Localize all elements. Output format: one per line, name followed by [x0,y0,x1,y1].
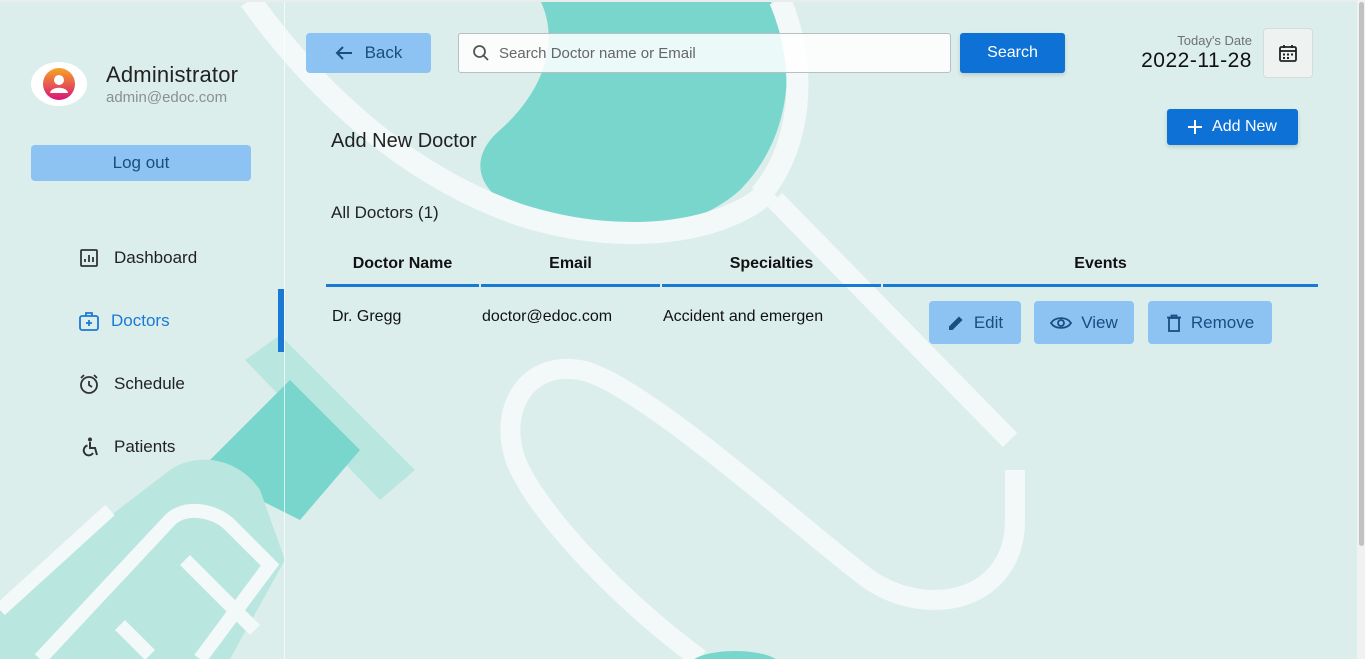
sidebar-item-patients[interactable]: Patients [0,421,283,473]
sidebar-item-schedule[interactable]: Schedule [0,358,283,410]
back-button[interactable]: Back [306,33,431,73]
user-avatar-icon [43,68,75,100]
search-box [458,33,951,73]
scrollbar[interactable] [1357,0,1365,659]
sidebar-item-dashboard[interactable]: Dashboard [0,232,283,284]
column-header-events[interactable]: Events [883,243,1318,287]
window-top-border [0,0,1365,2]
date-value: 2022-11-28 [1141,49,1252,72]
cell-doctor-name: Dr. Gregg [332,308,402,325]
main-content: Back Search Today's Date 2022-11-28 Add … [286,0,1357,659]
search-button[interactable]: Search [960,33,1065,73]
view-button[interactable]: View [1034,301,1134,344]
eye-icon [1050,316,1073,329]
view-label: View [1081,312,1118,332]
profile-email: admin@edoc.com [106,89,228,106]
add-new-button[interactable]: Add New [1167,109,1298,145]
patients-icon [77,435,101,459]
profile-card: Administrator admin@edoc.com [31,62,238,106]
search-input[interactable] [499,44,929,62]
sidebar-item-doctors[interactable]: Doctors [0,295,283,347]
column-header-email[interactable]: Email [481,243,660,287]
scrollbar-thumb[interactable] [1359,2,1364,546]
sidebar-item-label: Schedule [114,374,185,393]
column-header-doctor-name[interactable]: Doctor Name [326,243,479,287]
sidebar-item-label: Doctors [111,311,170,330]
cell-email: doctor@edoc.com [482,308,613,325]
search-icon [473,45,489,61]
calendar-icon [1279,45,1297,62]
table-row: Dr. Gregg doctor@edoc.com Accident and e… [326,287,1322,347]
page-title: Add New Doctor [331,130,477,152]
edit-label: Edit [973,312,1004,332]
column-header-specialties[interactable]: Specialties [662,243,881,287]
date-display: Today's Date 2022-11-28 [1116,33,1252,73]
profile-name: Administrator [106,62,239,87]
trash-icon [1166,314,1181,332]
calendar-button[interactable] [1263,28,1313,78]
edit-button[interactable]: Edit [929,301,1021,344]
arrow-left-icon [335,46,352,60]
remove-label: Remove [1190,312,1255,332]
sidebar: Administrator admin@edoc.com Log out Das… [0,2,285,659]
add-new-label: Add New [1212,118,1277,135]
dashboard-icon [77,246,101,270]
active-nav-indicator [278,289,284,352]
remove-button[interactable]: Remove [1148,301,1272,344]
pencil-icon [948,316,963,330]
date-label: Today's Date [1177,33,1252,48]
clock-icon [77,372,101,396]
back-button-label: Back [364,43,403,62]
table-header: Doctor Name Email Specialties Events [326,243,1322,287]
logout-button[interactable]: Log out [31,145,251,181]
plus-icon [1188,120,1203,134]
avatar [31,62,87,106]
sidebar-item-label: Dashboard [114,248,198,267]
sidebar-item-label: Patients [114,437,176,456]
doctors-count-heading: All Doctors (1) [331,203,439,222]
doctors-table: Doctor Name Email Specialties Events Dr.… [326,243,1322,347]
doctors-icon [77,309,101,333]
cell-specialty: Accident and emergen [663,308,824,325]
